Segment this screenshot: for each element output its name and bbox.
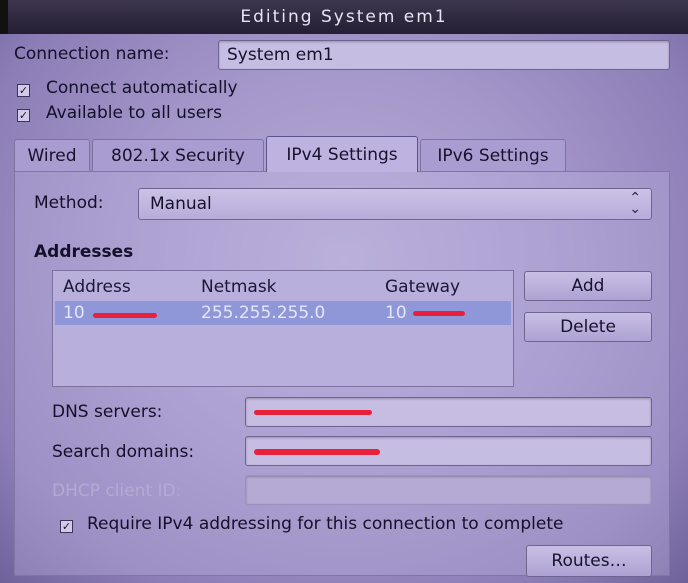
dns-servers-label: DNS servers: — [52, 402, 163, 422]
tab-ipv4-settings-label: IPv4 Settings — [286, 144, 398, 165]
connection-name-label: Connection name: — [14, 44, 170, 64]
column-header-address: Address — [63, 277, 131, 297]
tab-wired-label: Wired — [27, 145, 77, 166]
tab-ipv6-settings-label: IPv6 Settings — [437, 145, 549, 166]
method-select[interactable]: Manual ⌃ ⌄ — [138, 188, 652, 220]
add-address-button[interactable]: Add — [524, 271, 652, 301]
tab-ipv6-settings[interactable]: IPv6 Settings — [420, 139, 566, 171]
method-value: Manual — [150, 194, 212, 214]
delete-address-button[interactable]: Delete — [524, 312, 652, 342]
search-redaction-mark — [254, 449, 380, 455]
address-redaction-mark — [93, 313, 157, 318]
tab-8021x-security-label: 802.1x Security — [111, 145, 245, 166]
search-domains-input[interactable] — [245, 436, 652, 466]
tab-8021x-security[interactable]: 802.1x Security — [92, 139, 264, 171]
addresses-table[interactable]: Address Netmask Gateway 10 255.255.255.0… — [52, 270, 514, 387]
row-address: 10 — [63, 303, 85, 323]
up-down-arrows-icon: ⌃ ⌄ — [629, 190, 641, 217]
require-ipv4-label: Require IPv4 addressing for this connect… — [87, 514, 564, 534]
gateway-redaction-mark — [413, 311, 465, 316]
column-header-netmask: Netmask — [201, 277, 277, 297]
connect-automatically-checkbox[interactable]: ✓ — [17, 84, 30, 97]
dhcp-client-id-label: DHCP client ID: — [52, 481, 182, 501]
available-to-all-users-label: Available to all users — [46, 103, 223, 123]
network-connection-dialog: Editing System em1 Connection name: ✓ Co… — [0, 0, 688, 583]
table-row[interactable]: 10 255.255.255.0 10 — [55, 301, 511, 325]
dns-servers-input[interactable] — [245, 397, 652, 427]
method-label: Method: — [34, 193, 104, 213]
dhcp-client-id-input[interactable] — [245, 475, 652, 505]
tab-ipv4-settings[interactable]: IPv4 Settings — [266, 136, 418, 172]
titlebar-edge — [0, 0, 8, 34]
dns-redaction-mark — [254, 410, 372, 415]
window-titlebar: Editing System em1 — [0, 0, 688, 34]
connection-name-input[interactable] — [218, 40, 670, 70]
row-gateway: 10 — [385, 303, 407, 323]
row-netmask: 255.255.255.0 — [201, 303, 326, 323]
available-to-all-users-checkbox[interactable]: ✓ — [17, 109, 30, 122]
require-ipv4-checkbox[interactable]: ✓ — [60, 520, 73, 533]
tab-wired[interactable]: Wired — [14, 139, 90, 171]
addresses-heading: Addresses — [34, 242, 134, 262]
search-domains-label: Search domains: — [52, 442, 195, 462]
connect-automatically-label: Connect automatically — [46, 78, 238, 98]
column-header-gateway: Gateway — [385, 277, 461, 297]
routes-button[interactable]: Routes… — [526, 545, 652, 577]
window-title: Editing System em1 — [240, 7, 448, 27]
